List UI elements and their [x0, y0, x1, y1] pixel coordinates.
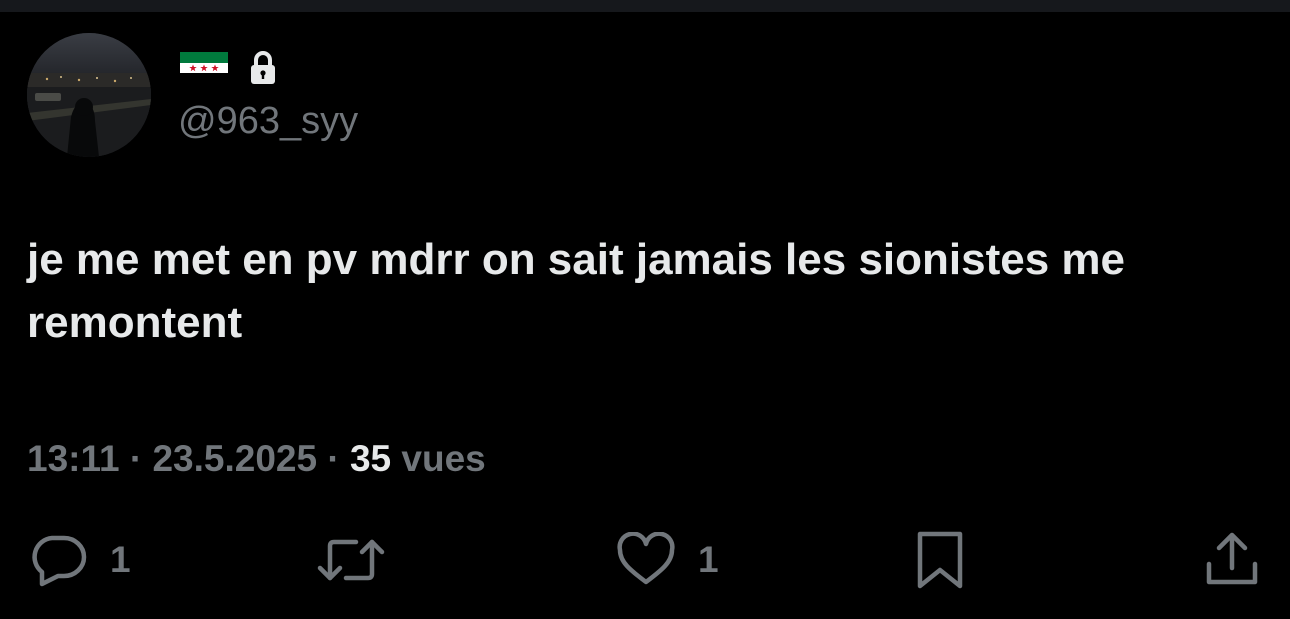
bookmark-icon: [917, 531, 963, 589]
reply-button[interactable]: 1: [28, 520, 131, 600]
tweet-date[interactable]: 23.5.2025: [152, 438, 317, 479]
user-handle[interactable]: @963_syy: [178, 98, 358, 144]
meta-separator: ·: [129, 438, 143, 479]
repost-button[interactable]: [316, 520, 386, 600]
like-button[interactable]: 1: [616, 520, 719, 600]
avatar[interactable]: [27, 33, 151, 157]
meta-separator: ·: [327, 438, 340, 479]
reply-count: 1: [110, 539, 131, 580]
avatar-photo: [27, 33, 151, 157]
tweet-meta: 13:11 · 23.5.2025 · 35 vues: [27, 436, 486, 482]
tweet-time[interactable]: 13:11: [27, 438, 120, 479]
lock-icon: [251, 51, 275, 84]
share-button[interactable]: [1203, 520, 1261, 600]
name-row: [180, 50, 278, 86]
share-icon: [1206, 532, 1258, 585]
tweet-text: je me met en pv mdrr on sait jamais les …: [27, 235, 1126, 347]
reply-icon: [32, 535, 87, 587]
syria-independence-flag-icon: [180, 52, 228, 84]
repost-icon: [317, 539, 385, 581]
bookmark-button[interactable]: [912, 520, 968, 600]
action-bar: 1 1: [0, 520, 1290, 600]
like-count: 1: [698, 539, 719, 580]
views-label: vues: [401, 438, 486, 479]
top-bar: [0, 0, 1290, 12]
like-icon: [617, 532, 675, 585]
views-count: 35: [349, 438, 392, 479]
